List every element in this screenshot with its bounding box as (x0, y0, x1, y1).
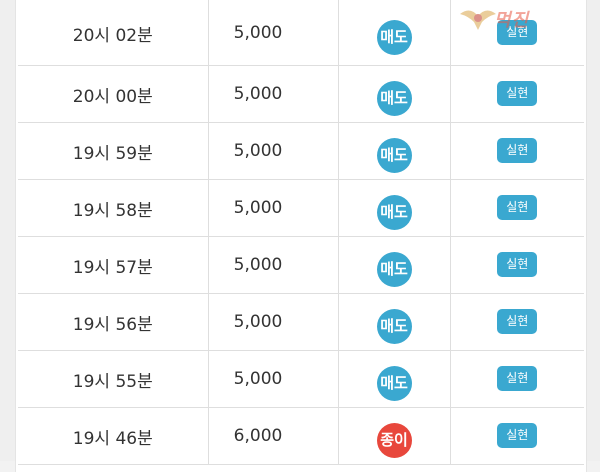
table-row: 19시 59분 5,000 매도 실현 (18, 122, 584, 180)
amount-cell: 5,000 (208, 350, 339, 408)
wing-logo-icon (460, 10, 496, 30)
amount-cell: 5,000 (208, 122, 339, 180)
time-cell: 19시 57분 (18, 236, 209, 294)
type-cell: 매도 (338, 179, 451, 237)
amount-value: 5,000 (233, 255, 283, 275)
table-row: 19시 57분 5,000 매도 실현 (18, 236, 584, 294)
realized-button[interactable]: 실현 (497, 80, 538, 106)
amount-cell: 5,000 (208, 65, 339, 123)
history-panel: 20시 02분 5,000 매도 실현 20시 00분 5,000 매도 실현 … (15, 0, 587, 472)
status-cell: 실현 (450, 65, 584, 123)
amount-cell: 5,000 (208, 179, 339, 237)
realized-button[interactable]: 실현 (497, 251, 538, 277)
type-cell: 매도 (338, 65, 451, 123)
type-cell: 매도 (338, 293, 451, 351)
type-cell: 매도 (338, 236, 451, 294)
table-row: 20시 00분 5,000 매도 실현 (18, 65, 584, 123)
time-cell: 19시 46분 (18, 407, 209, 465)
type-cell: 매도 (338, 122, 451, 180)
time-cell: 19시 56분 (18, 293, 209, 351)
realized-button[interactable]: 실현 (497, 194, 538, 220)
site-watermark: 먹진 (458, 4, 598, 36)
type-cell: 매도 (338, 350, 451, 408)
status-cell: 실현 (450, 122, 584, 180)
type-cell: 매도 (338, 0, 451, 66)
sell-badge: 매도 (376, 365, 412, 401)
page-background: 20시 02분 5,000 매도 실현 20시 00분 5,000 매도 실현 … (0, 0, 600, 472)
watermark-text: 먹진 (494, 10, 530, 31)
sell-badge: 매도 (376, 80, 412, 116)
status-cell: 실현 (450, 407, 584, 465)
paper-badge: 종이 (376, 422, 412, 458)
status-cell: 실현 (450, 179, 584, 237)
realized-button[interactable]: 실현 (497, 422, 538, 448)
table-row: 19시 46분 6,000 종이 실현 (18, 407, 584, 465)
amount-value: 5,000 (233, 312, 283, 332)
type-cell: 종이 (338, 407, 451, 465)
sell-badge: 매도 (376, 194, 412, 230)
realized-button[interactable]: 실현 (497, 308, 538, 334)
table-row: 19시 56분 5,000 매도 실현 (18, 293, 584, 351)
amount-value: 5,000 (233, 84, 283, 104)
amount-cell: 5,000 (208, 0, 339, 66)
realized-button[interactable]: 실현 (497, 137, 538, 163)
status-cell: 실현 (450, 293, 584, 351)
amount-value: 5,000 (233, 198, 283, 218)
sell-badge: 매도 (376, 19, 412, 55)
time-cell: 19시 58분 (18, 179, 209, 237)
time-cell: 20시 02분 (18, 0, 209, 66)
sell-badge: 매도 (376, 308, 412, 344)
amount-cell: 5,000 (208, 293, 339, 351)
time-cell: 19시 55분 (18, 350, 209, 408)
amount-cell: 5,000 (208, 236, 339, 294)
sell-badge: 매도 (376, 251, 412, 287)
realized-button[interactable]: 실현 (497, 365, 538, 391)
time-cell: 19시 59분 (18, 122, 209, 180)
amount-value: 5,000 (233, 141, 283, 161)
amount-value: 5,000 (233, 23, 283, 43)
history-table: 20시 02분 5,000 매도 실현 20시 00분 5,000 매도 실현 … (18, 0, 584, 465)
table-row: 19시 58분 5,000 매도 실현 (18, 179, 584, 237)
status-cell: 실현 (450, 236, 584, 294)
table-row: 19시 55분 5,000 매도 실현 (18, 350, 584, 408)
sell-badge: 매도 (376, 137, 412, 173)
amount-value: 5,000 (233, 369, 283, 389)
amount-value: 6,000 (233, 426, 283, 446)
time-cell: 20시 00분 (18, 65, 209, 123)
status-cell: 실현 (450, 350, 584, 408)
amount-cell: 6,000 (208, 407, 339, 465)
